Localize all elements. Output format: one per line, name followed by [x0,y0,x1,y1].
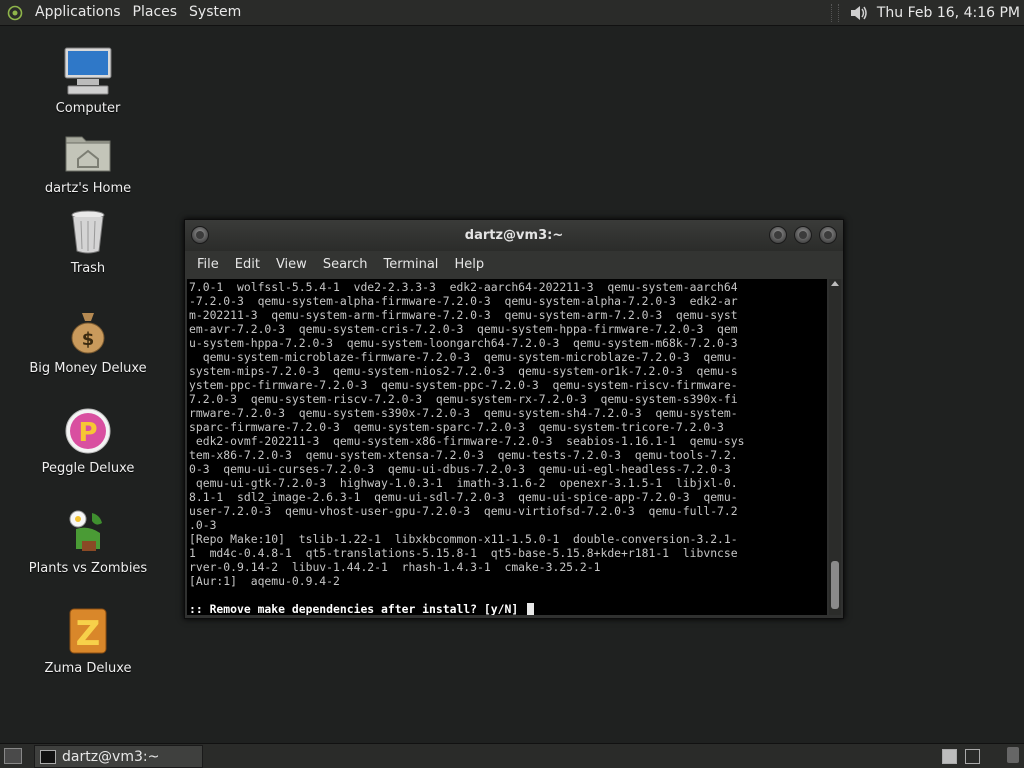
terminal-scrollbar[interactable] [829,279,841,615]
desktop-icon-label: dartz's Home [44,181,132,196]
workspace-2[interactable] [965,749,980,764]
window-title: dartz@vm3:~ [464,228,564,243]
clock[interactable]: Thu Feb 16, 4:16 PM [877,5,1020,21]
desktop-icon-label: Computer [55,101,121,116]
system-menu[interactable]: System [183,0,247,25]
terminal-line: edk2-ovmf-202211-3 qemu-system-x86-firmw… [189,434,745,448]
terminal-line: qemu-system-microblaze-firmware-7.2.0-3 … [189,350,738,364]
desktop-icon-label: Trash [70,261,106,276]
terminal-line: -7.2.0-3 qemu-system-alpha-firmware-7.2.… [189,294,738,308]
menu-terminal[interactable]: Terminal [375,251,446,279]
places-menu[interactable]: Places [127,0,184,25]
terminal-line: m-202211-3 qemu-system-arm-firmware-7.2.… [189,308,738,322]
terminal-line: tem-x86-7.2.0-3 qemu-system-xtensa-7.2.0… [189,448,738,462]
applications-menu[interactable]: Applications [29,0,127,25]
taskbar-button-label: dartz@vm3:~ [62,748,160,765]
terminal-line: u-system-hppa-7.2.0-3 qemu-system-loonga… [189,336,738,350]
desktop-icon-label: Zuma Deluxe [44,661,132,676]
desktop-icon-label: Peggle Deluxe [41,461,135,476]
terminal-menubar: File Edit View Search Terminal Help [185,251,843,279]
terminal-line: [Repo Make:10] tslib-1.22-1 libxkbcommon… [189,532,738,546]
terminal-line: user-7.2.0-3 qemu-vhost-user-gpu-7.2.0-3… [189,504,738,518]
terminal-line: ystem-ppc-firmware-7.2.0-3 qemu-system-p… [189,378,738,392]
money-bag-icon: $ [62,305,114,357]
distro-logo-icon[interactable] [7,5,23,21]
svg-text:Z: Z [76,614,101,654]
terminal-line: 1 md4c-0.4.8-1 qt5-translations-5.15.8-1… [189,546,738,560]
menu-file[interactable]: File [189,251,227,279]
terminal-prompt-line: :: Remove make dependencies after instal… [189,602,825,615]
terminal-line: qemu-ui-gtk-7.2.0-3 highway-1.0.3-1 imat… [189,476,738,490]
taskbar-button-terminal[interactable]: dartz@vm3:~ [34,745,203,768]
terminal-line: 0-3 qemu-ui-curses-7.2.0-3 qemu-ui-dbus-… [189,462,731,476]
terminal-line: 7.0-1 wolfssl-5.5.4-1 vde2-2.3.3-3 edk2-… [189,280,738,294]
terminal-line: rmware-7.2.0-3 qemu-system-s390x-7.2.0-3… [189,406,738,420]
menu-edit[interactable]: Edit [227,251,268,279]
volume-icon[interactable] [847,2,869,24]
window-menu-button[interactable] [191,226,209,244]
desktop-icon-peggle[interactable]: P Peggle Deluxe [23,405,153,476]
desktop-icon-computer[interactable]: Computer [23,45,153,116]
scroll-up-arrow-icon[interactable] [831,281,839,286]
trash-icon [62,205,114,257]
terminal-icon [40,749,56,764]
desktop-icon-label: Big Money Deluxe [29,361,147,376]
top-panel: Applications Places System Thu Feb 16, 4… [0,0,1024,26]
scroll-thumb[interactable] [831,561,839,609]
menu-view[interactable]: View [268,251,315,279]
terminal-line: system-mips-7.2.0-3 qemu-system-nios2-7.… [189,364,738,378]
desktop-icon-label: Plants vs Zombies [28,561,148,576]
prompt-text: :: Remove make dependencies after instal… [189,602,526,615]
maximize-button[interactable] [794,226,812,244]
terminal-line: .0-3 [189,518,217,532]
window-titlebar[interactable]: dartz@vm3:~ [185,220,843,251]
svg-text:P: P [78,418,97,448]
terminal-line: 7.2.0-3 qemu-system-riscv-7.2.0-3 qemu-s… [189,392,738,406]
terminal-window[interactable]: dartz@vm3:~ File Edit View Search Termin… [184,219,844,619]
show-desktop-icon[interactable] [4,748,22,764]
terminal-line: 8.1-1 sdl2_image-2.6.3-1 qemu-ui-sdl-7.2… [189,490,738,504]
panel-handle [830,3,839,22]
workspace-1[interactable] [942,749,957,764]
text-cursor [527,603,535,615]
bottom-panel: dartz@vm3:~ [0,743,1024,768]
menu-help[interactable]: Help [446,251,492,279]
desktop-icon-trash[interactable]: Trash [23,205,153,276]
peggle-icon: P [62,405,114,457]
terminal-line: em-avr-7.2.0-3 qemu-system-cris-7.2.0-3 … [189,322,738,336]
trash-applet-icon[interactable] [1007,747,1019,763]
zuma-icon: Z [62,605,114,657]
desktop-icon-plants-vs-zombies[interactable]: Plants vs Zombies [23,505,153,576]
close-button[interactable] [819,226,837,244]
terminal-line: sparc-firmware-7.2.0-3 qemu-system-sparc… [189,420,724,434]
plants-vs-zombies-icon [62,505,114,557]
desktop-icon-home[interactable]: dartz's Home [23,125,153,196]
menu-search[interactable]: Search [315,251,376,279]
terminal-output[interactable]: 7.0-1 wolfssl-5.5.4-1 vde2-2.3.3-3 edk2-… [187,279,827,615]
desktop-icon-zuma[interactable]: Z Zuma Deluxe [23,605,153,676]
desktop-icon-big-money[interactable]: $ Big Money Deluxe [23,305,153,376]
terminal-line: rver-0.9.14-2 libuv-1.44.2-1 rhash-1.4.3… [189,560,601,574]
home-folder-icon [62,125,114,177]
svg-text:$: $ [82,329,95,350]
computer-icon [62,45,114,97]
terminal-line: [Aur:1] aqemu-0.9.4-2 [189,574,340,588]
minimize-button[interactable] [769,226,787,244]
